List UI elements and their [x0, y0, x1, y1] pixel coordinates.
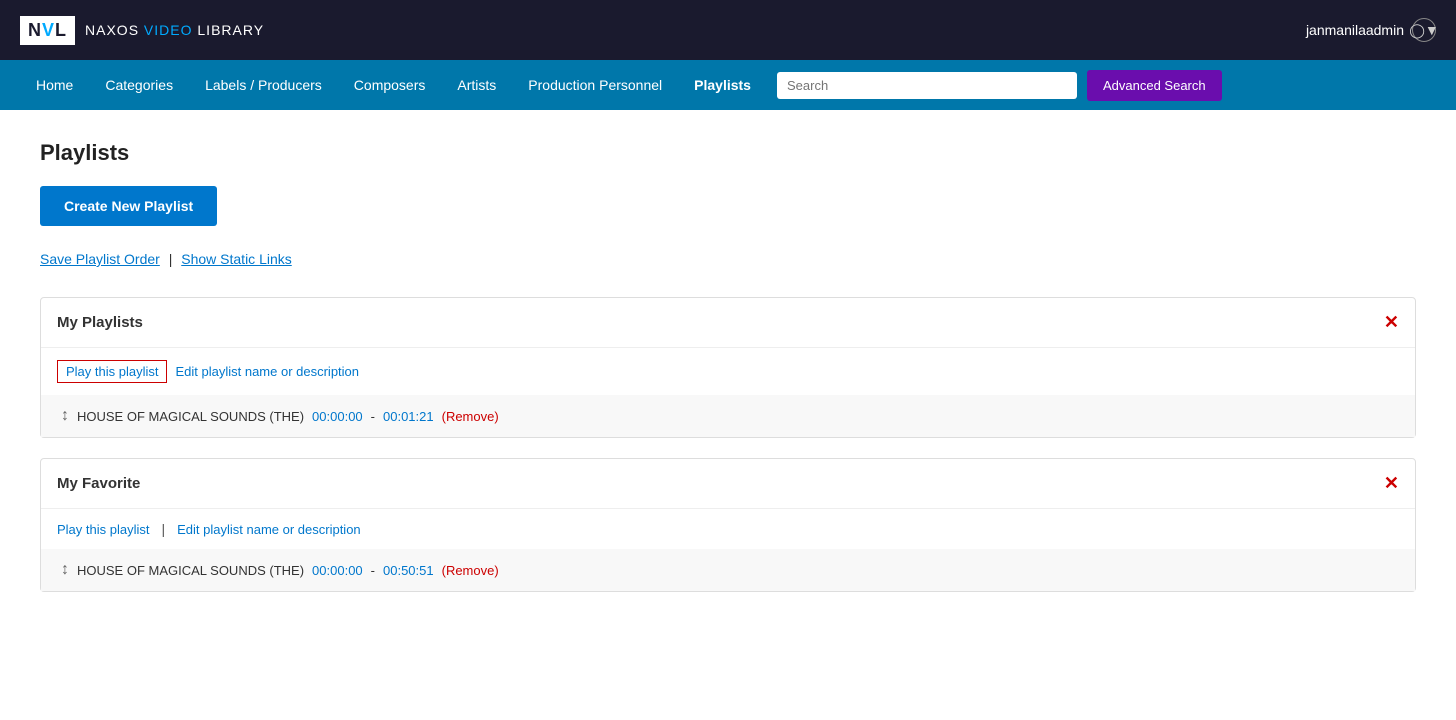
delete-playlist-2-button[interactable]: ✕ [1384, 473, 1399, 494]
nav-artists[interactable]: Artists [441, 60, 512, 110]
nav-categories[interactable]: Categories [89, 60, 189, 110]
links-row: Save Playlist Order | Show Static Links [40, 251, 1416, 267]
time-end-1-0[interactable]: 00:01:21 [383, 409, 434, 424]
logo-box: NVL [20, 16, 75, 45]
navigation: Home Categories Labels / Producers Compo… [0, 60, 1456, 110]
playlist-card-2: My Favorite ✕ Play this playlist | Edit … [40, 458, 1416, 592]
playlist-name-2: My Favorite [57, 475, 140, 492]
main-content: Playlists Create New Playlist Save Playl… [0, 110, 1456, 720]
nav-composers[interactable]: Composers [338, 60, 442, 110]
remove-item-1-0[interactable]: (Remove) [442, 409, 499, 424]
brand-video: VIDEO [144, 22, 193, 38]
advanced-search-button[interactable]: Advanced Search [1087, 70, 1222, 101]
nav-labels-producers[interactable]: Labels / Producers [189, 60, 338, 110]
play-playlist-1-button[interactable]: Play this playlist [57, 360, 167, 383]
track-title-1-0: HOUSE OF MAGICAL SOUNDS (THE) [77, 409, 304, 424]
playlist-actions-2: Play this playlist | Edit playlist name … [41, 509, 1415, 549]
playlist-actions-1: Play this playlist Edit playlist name or… [41, 348, 1415, 395]
time-separator-1-0: - [371, 409, 375, 424]
nav-home[interactable]: Home [20, 60, 89, 110]
search-input[interactable] [777, 72, 1077, 99]
playlist-card-1: My Playlists ✕ Play this playlist Edit p… [40, 297, 1416, 438]
separator: | [169, 251, 173, 267]
track-title-2-0: HOUSE OF MAGICAL SOUNDS (THE) [77, 563, 304, 578]
search-container [777, 72, 1077, 99]
user-icon[interactable]: ◯▼ [1412, 18, 1436, 42]
time-separator-2-0: - [371, 563, 375, 578]
time-start-2-0[interactable]: 00:00:00 [312, 563, 363, 578]
time-end-2-0[interactable]: 00:50:51 [383, 563, 434, 578]
logo-v: V [42, 20, 55, 40]
page-title: Playlists [40, 140, 1416, 166]
user-area: janmanilaadmin ◯▼ [1306, 18, 1436, 42]
time-start-1-0[interactable]: 00:00:00 [312, 409, 363, 424]
remove-item-2-0[interactable]: (Remove) [442, 563, 499, 578]
delete-playlist-1-button[interactable]: ✕ [1384, 312, 1399, 333]
play-playlist-2-link[interactable]: Play this playlist [57, 522, 149, 537]
playlist-header-1: My Playlists ✕ [41, 298, 1415, 348]
playlist-name-1: My Playlists [57, 314, 143, 331]
drag-icon-2-0[interactable]: ↕ [61, 561, 69, 579]
actions-separator-2: | [161, 521, 165, 537]
playlist-item-1-0: ↕ HOUSE OF MAGICAL SOUNDS (THE) 00:00:00… [41, 395, 1415, 437]
brand-name: NAXOS VIDEO LIBRARY [85, 22, 264, 38]
save-playlist-order-link[interactable]: Save Playlist Order [40, 251, 160, 267]
logo-area: NVL NAXOS VIDEO LIBRARY [20, 16, 264, 45]
nav-production-personnel[interactable]: Production Personnel [512, 60, 678, 110]
playlist-header-2: My Favorite ✕ [41, 459, 1415, 509]
nav-playlists[interactable]: Playlists [678, 60, 767, 110]
edit-playlist-1-link[interactable]: Edit playlist name or description [175, 364, 359, 379]
show-static-links-link[interactable]: Show Static Links [181, 251, 292, 267]
create-new-playlist-button[interactable]: Create New Playlist [40, 186, 217, 226]
username: janmanilaadmin [1306, 22, 1404, 38]
playlist-item-2-0: ↕ HOUSE OF MAGICAL SOUNDS (THE) 00:00:00… [41, 549, 1415, 591]
drag-icon[interactable]: ↕ [61, 407, 69, 425]
header: NVL NAXOS VIDEO LIBRARY janmanilaadmin ◯… [0, 0, 1456, 60]
edit-playlist-2-link[interactable]: Edit playlist name or description [177, 522, 361, 537]
